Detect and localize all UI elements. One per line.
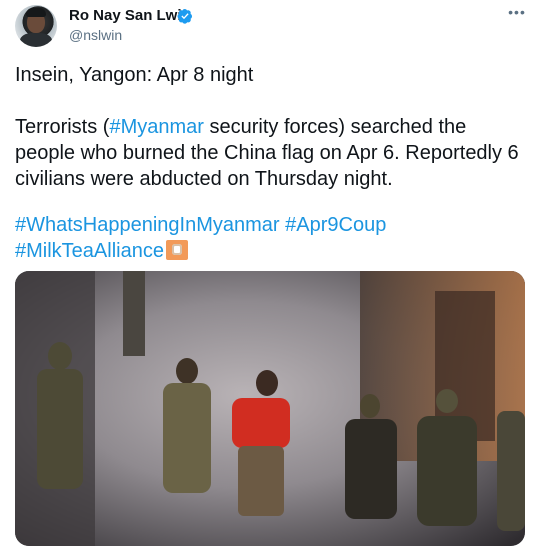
milk-tea-alliance-emoji-icon <box>165 240 188 260</box>
hashtag-myanmar[interactable]: #Myanmar <box>109 116 203 138</box>
avatar-hair <box>26 8 46 17</box>
tweet-text-paragraph: Terrorists (#Myanmar security forces) se… <box>15 114 530 192</box>
hashtag-apr9coup[interactable]: #Apr9Coup <box>285 214 386 236</box>
verified-badge-icon <box>177 9 192 24</box>
tweet-media-photo[interactable] <box>15 271 525 546</box>
tweet-hashtags: #WhatsHappeningInMyanmar #Apr9Coup #MilkT… <box>15 212 530 264</box>
tweet-text-prefix: Terrorists ( <box>15 116 110 138</box>
photo-scene <box>15 271 525 546</box>
tweet-text-line1: Insein, Yangon: Apr 8 night <box>15 64 254 86</box>
hashtag-whatshappeninginmyanmar[interactable]: #WhatsHappeningInMyanmar <box>15 214 280 236</box>
author-handle[interactable]: @nslwin <box>69 27 122 43</box>
avatar-shirt <box>20 33 52 47</box>
hashtag-milkteaalliance[interactable]: #MilkTeaAlliance <box>15 240 164 262</box>
more-options-icon[interactable]: ••• <box>506 4 528 22</box>
author-display-name[interactable]: Ro Nay San Lwin <box>69 7 191 24</box>
author-avatar[interactable] <box>15 5 57 47</box>
tweet[interactable]: Ro Nay San Lwin @nslwin ••• Insein, Yang… <box>0 0 540 546</box>
